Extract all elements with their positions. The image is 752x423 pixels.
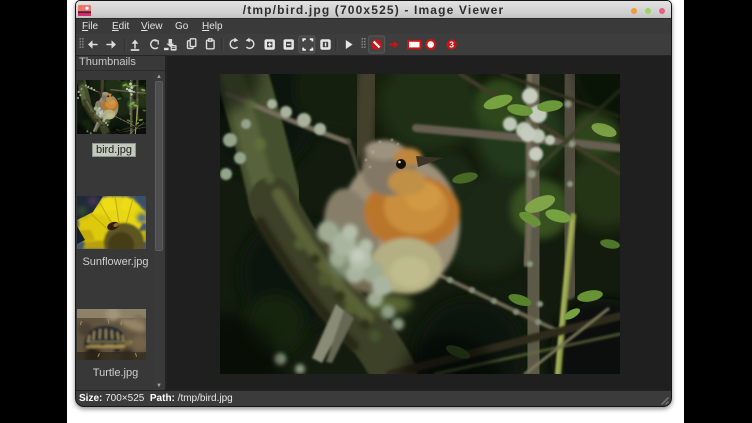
svg-text:3: 3: [449, 40, 454, 50]
